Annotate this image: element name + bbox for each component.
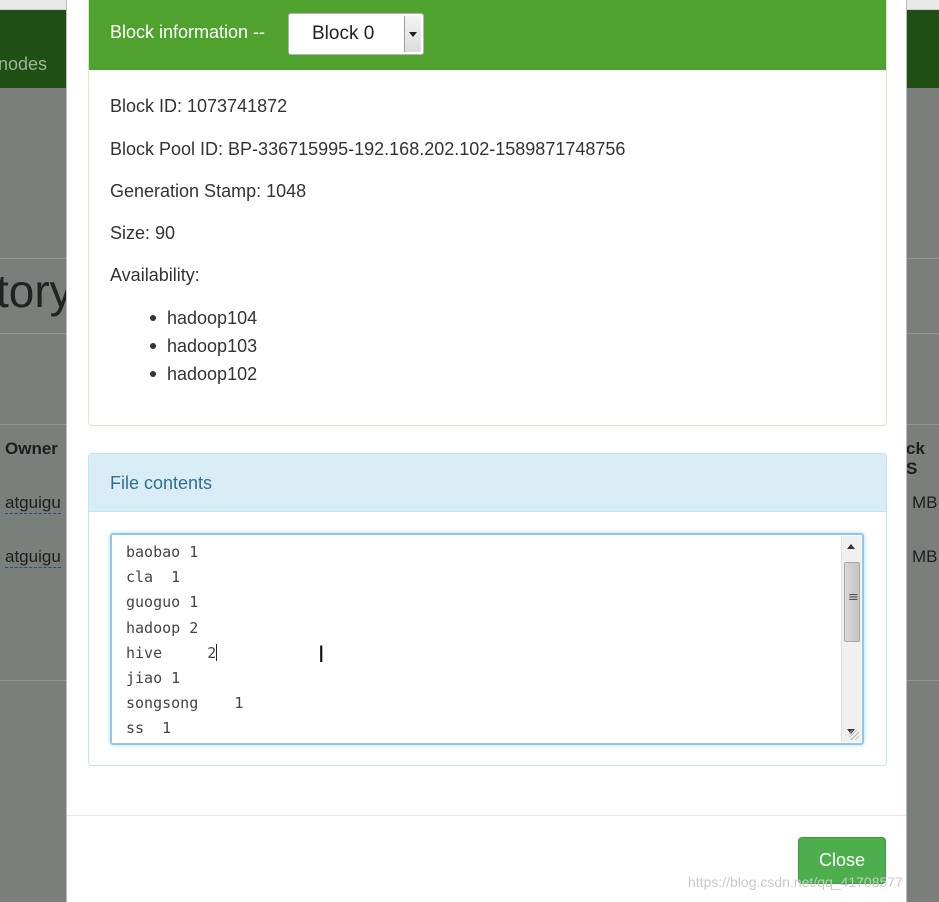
block-size: Size: 90	[110, 223, 176, 243]
watermark: https://blog.csdn.net/qq_41708577	[688, 874, 903, 890]
file-panel-title: File contents	[110, 473, 213, 493]
file-panel-heading: File contents	[89, 454, 886, 512]
background-heading: tory	[0, 265, 73, 317]
file-line: songsong 1	[126, 694, 244, 713]
table-cell-owner[interactable]: atguigu	[5, 547, 61, 568]
block-pool-id: Block Pool ID: BP-336715995-192.168.202.…	[110, 139, 626, 159]
file-line: hadoop 2	[126, 618, 199, 637]
ibeam-cursor-icon: I	[318, 643, 325, 668]
generation-stamp: Generation Stamp: 1048	[110, 181, 307, 201]
block-panel-title: Block information --	[110, 22, 266, 42]
list-item: hadoop102	[145, 362, 257, 390]
chevron-down-icon[interactable]	[404, 16, 421, 52]
availability-list: hadoop104 hadoop103 hadoop102	[145, 306, 257, 390]
file-lines: baobao 1 cla 1 guoguo 1 hadoop 2 hive 2 …	[126, 540, 243, 742]
file-contents-panel: File contents baobao 1 cla 1 guoguo 1 ha…	[88, 453, 887, 766]
file-line: jiao 1	[126, 668, 181, 687]
file-line: baobao 1	[126, 543, 199, 561]
availability-label: Availability:	[110, 265, 200, 285]
file-info-modal: Block information -- Block 0 Block ID: 1…	[66, 0, 907, 902]
file-contents-textarea[interactable]: baobao 1 cla 1 guoguo 1 hadoop 2 hive 2 …	[110, 533, 864, 745]
table-cell-size: MB	[912, 493, 938, 512]
file-line: ss 1	[126, 719, 172, 738]
table-cell-owner[interactable]: atguigu	[5, 493, 61, 514]
table-header-block-size[interactable]: ck S	[906, 439, 939, 479]
resize-grip-icon[interactable]	[849, 730, 859, 740]
block-panel-heading: Block information -- Block 0	[89, 0, 886, 70]
scroll-up-arrow-icon[interactable]	[842, 538, 861, 555]
block-select-value: Block 0	[312, 23, 375, 44]
scroll-thumb[interactable]	[844, 562, 860, 642]
list-item: hadoop103	[145, 334, 257, 362]
file-line-text: hive 2	[126, 643, 217, 662]
file-line-with-cursor: hive 2	[126, 641, 243, 666]
block-information-panel: Block information -- Block 0 Block ID: 1…	[88, 0, 887, 426]
file-line: cla 1	[126, 568, 181, 587]
modal-footer-divider	[67, 815, 906, 816]
background-nav-item[interactable]: nodes	[0, 54, 47, 75]
text-caret	[216, 643, 218, 661]
file-line: guoguo 1	[126, 593, 199, 612]
table-cell-size: MB	[912, 547, 938, 566]
list-item: hadoop104	[145, 306, 257, 334]
table-header-owner[interactable]: Owner	[5, 439, 58, 459]
textarea-scrollbar[interactable]	[841, 536, 861, 742]
block-id: Block ID: 1073741872	[110, 96, 288, 116]
block-select[interactable]: Block 0	[288, 13, 424, 55]
